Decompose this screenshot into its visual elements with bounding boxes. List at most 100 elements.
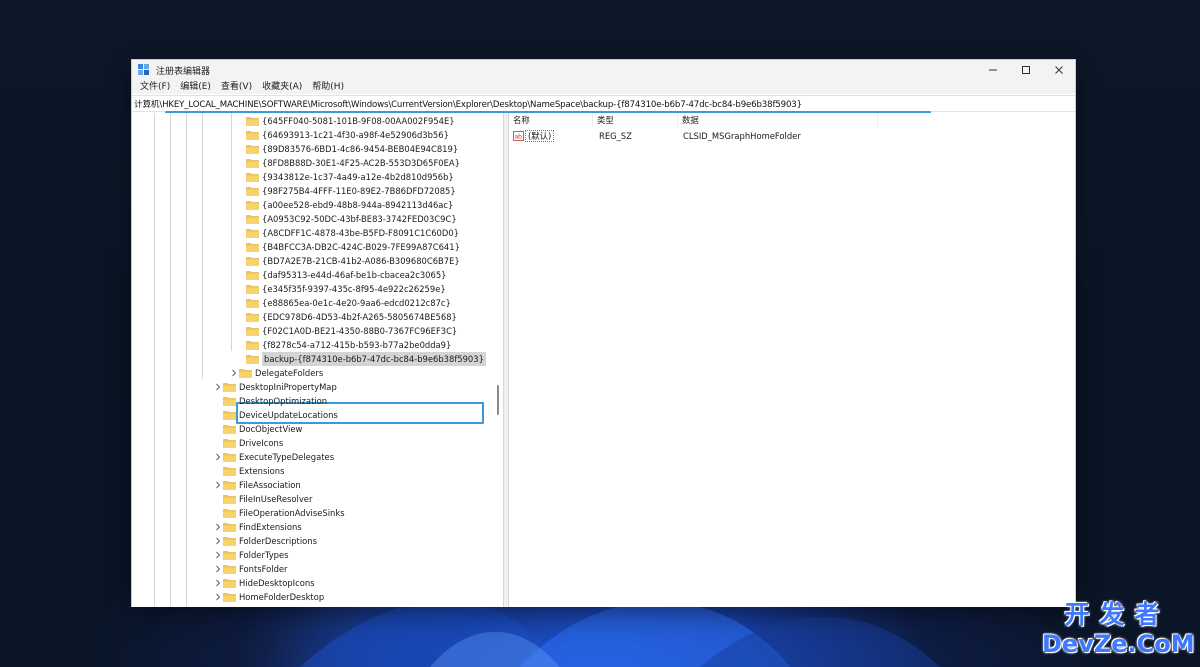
values-list[interactable]: 名称 类型 数据 ab (默认) REG_SZ CLSID_MSGraphHom… — [509, 113, 1075, 607]
minimize-icon — [988, 69, 997, 71]
tree-item[interactable]: ExecuteTypeDelegates — [213, 450, 334, 464]
folder-icon — [246, 299, 259, 308]
watermark-cn: 开发者 — [1064, 600, 1170, 629]
tree-item[interactable]: {9343812e-1c37-4a49-a12e-4b2d810d956b} — [236, 170, 454, 184]
tree-expander — [213, 506, 222, 520]
folder-icon — [246, 145, 259, 154]
tree-item[interactable]: {BD7A2E7B-21CB-41b2-A086-B309680C6B7E} — [236, 254, 460, 268]
tree-item[interactable]: {B4BFCC3A-DB2C-424C-B029-7FE99A87C641} — [236, 240, 460, 254]
tree-item[interactable]: DelegateFolders — [229, 366, 323, 380]
tree-expander[interactable] — [213, 562, 222, 576]
title-bar: 注册表编辑器 — [132, 60, 1075, 80]
tree-item-label: {EDC978D6-4D53-4b2f-A265-5805674BE568} — [262, 312, 457, 322]
menu-help[interactable]: 帮助(H) — [307, 80, 349, 94]
chevron-right-icon — [215, 523, 220, 531]
tree-expander[interactable] — [213, 576, 222, 590]
tree-item[interactable]: {98F275B4-4FFF-11E0-89E2-7B86DFD72085} — [236, 184, 456, 198]
folder-icon — [223, 537, 236, 546]
tree-item[interactable]: {daf95313-e44d-46af-be1b-cbacea2c3065} — [236, 268, 447, 282]
maximize-icon — [1021, 66, 1030, 74]
tree-expander[interactable] — [213, 478, 222, 492]
address-path[interactable]: 计算机\HKEY_LOCAL_MACHINE\SOFTWARE\Microsof… — [134, 98, 802, 110]
tree-item[interactable]: HomeFolderDesktop — [213, 590, 324, 604]
folder-icon — [246, 215, 259, 224]
tree-item[interactable]: {a00ee528-ebd9-48b8-944a-8942113d46ac} — [236, 198, 453, 212]
menu-file[interactable]: 文件(F) — [135, 80, 175, 94]
tree-item[interactable]: {89D83576-6BD1-4c86-9454-BEB04E94C819} — [236, 142, 458, 156]
tree-item[interactable]: FontsFolder — [213, 562, 287, 576]
tree-item[interactable]: FolderDescriptions — [213, 534, 317, 548]
folder-icon — [246, 355, 259, 364]
maximize-button[interactable] — [1009, 60, 1042, 80]
tree-item-label: {64693913-1c21-4f30-a98f-4e52906d3b56} — [262, 130, 449, 140]
tree-expander — [236, 282, 245, 296]
tree-guide-line — [186, 113, 187, 607]
registry-tree[interactable]: {645FF040-5081-101B-9F08-00AA002F954E} {6… — [132, 113, 503, 607]
tree-item-label: Extensions — [239, 466, 285, 476]
tree-item[interactable]: {F02C1A0D-BE21-4350-88B0-7367FC96EF3C} — [236, 324, 457, 338]
tree-item[interactable]: FindExtensions — [213, 520, 302, 534]
column-header-type[interactable]: 类型 — [593, 113, 678, 127]
tree-item[interactable]: FolderTypes — [213, 548, 288, 562]
tree-item[interactable]: HideDesktopIcons — [213, 576, 315, 590]
tree-item[interactable]: DocObjectView — [213, 422, 302, 436]
tree-item[interactable]: DesktopOptimization — [213, 394, 327, 408]
tree-expander — [236, 128, 245, 142]
tree-expander — [236, 352, 245, 366]
tree-item-label: {f8278c54-a712-415b-b593-b77a2be0dda9} — [262, 340, 452, 350]
chevron-right-icon — [215, 481, 220, 489]
tree-expander — [236, 338, 245, 352]
chevron-right-icon — [215, 593, 220, 601]
tree-expander — [213, 436, 222, 450]
chevron-right-icon — [215, 551, 220, 559]
tree-item[interactable]: {e88865ea-0e1c-4e20-9aa6-edcd0212c87c} — [236, 296, 451, 310]
tree-item-label: {8FD8B88D-30E1-4F25-AC2B-553D3D65F0EA} — [262, 158, 460, 168]
tree-item[interactable]: DeviceUpdateLocations — [213, 408, 338, 422]
tree-item[interactable]: FileInUseResolver — [213, 492, 312, 506]
watermark-en: DevZe.CoM — [1042, 630, 1195, 658]
tree-expander[interactable] — [213, 450, 222, 464]
value-row[interactable]: ab (默认) REG_SZ CLSID_MSGraphHomeFolder — [509, 129, 801, 143]
tree-item[interactable]: DriveIcons — [213, 436, 283, 450]
column-header-data[interactable]: 数据 — [678, 113, 878, 127]
column-header-name[interactable]: 名称 — [509, 113, 593, 127]
tree-item-selected[interactable]: backup-{f874310e-b6b7-47dc-bc84-b9e6b38f… — [236, 352, 486, 366]
tree-item[interactable]: {EDC978D6-4D53-4b2f-A265-5805674BE568} — [236, 310, 457, 324]
tree-item[interactable]: {e345f35f-9397-435c-8f95-4e922c26259e} — [236, 282, 446, 296]
menu-view[interactable]: 查看(V) — [216, 80, 257, 94]
minimize-button[interactable] — [976, 60, 1009, 80]
chevron-right-icon — [231, 369, 236, 377]
address-bar[interactable]: 计算机\HKEY_LOCAL_MACHINE\SOFTWARE\Microsof… — [132, 95, 1075, 114]
tree-item[interactable]: DesktopIniPropertyMap — [213, 380, 337, 394]
tree-expander[interactable] — [213, 548, 222, 562]
tree-item[interactable]: FileAssociation — [213, 478, 301, 492]
string-value-icon: ab — [513, 131, 524, 141]
tree-item[interactable]: FileOperationAdviseSinks — [213, 506, 345, 520]
tree-item[interactable]: {645FF040-5081-101B-9F08-00AA002F954E} — [236, 114, 455, 128]
tree-item-label: HomeFolderDesktop — [239, 592, 325, 602]
tree-expander[interactable] — [213, 534, 222, 548]
tree-expander — [236, 212, 245, 226]
tree-expander[interactable] — [213, 520, 222, 534]
tree-item[interactable]: {8FD8B88D-30E1-4F25-AC2B-553D3D65F0EA} — [236, 156, 460, 170]
tree-item[interactable]: Extensions — [213, 464, 284, 478]
folder-icon — [246, 341, 259, 350]
tree-expander[interactable] — [213, 380, 222, 394]
close-button[interactable] — [1042, 60, 1075, 80]
menu-favorites[interactable]: 收藏夹(A) — [257, 80, 307, 94]
tree-item[interactable]: {A8CDFF1C-4878-43be-B5FD-F8091C1C60D0} — [236, 226, 459, 240]
tree-item[interactable]: {64693913-1c21-4f30-a98f-4e52906d3b56} — [236, 128, 449, 142]
tree-item[interactable]: {f8278c54-a712-415b-b593-b77a2be0dda9} — [236, 338, 451, 352]
menu-edit[interactable]: 编辑(E) — [175, 80, 216, 94]
chevron-right-icon — [215, 565, 220, 573]
tree-item[interactable]: {A0953C92-50DC-43bf-BE83-3742FED03C9C} — [236, 212, 457, 226]
tree-scrollbar-thumb[interactable] — [497, 385, 499, 415]
value-data: CLSID_MSGraphHomeFolder — [683, 131, 801, 141]
tree-expander — [236, 310, 245, 324]
folder-icon — [246, 327, 259, 336]
folder-icon — [223, 565, 236, 574]
folder-icon — [246, 229, 259, 238]
tree-expander[interactable] — [229, 366, 238, 380]
tree-expander[interactable] — [213, 590, 222, 604]
tree-item-label: FolderTypes — [239, 550, 289, 560]
